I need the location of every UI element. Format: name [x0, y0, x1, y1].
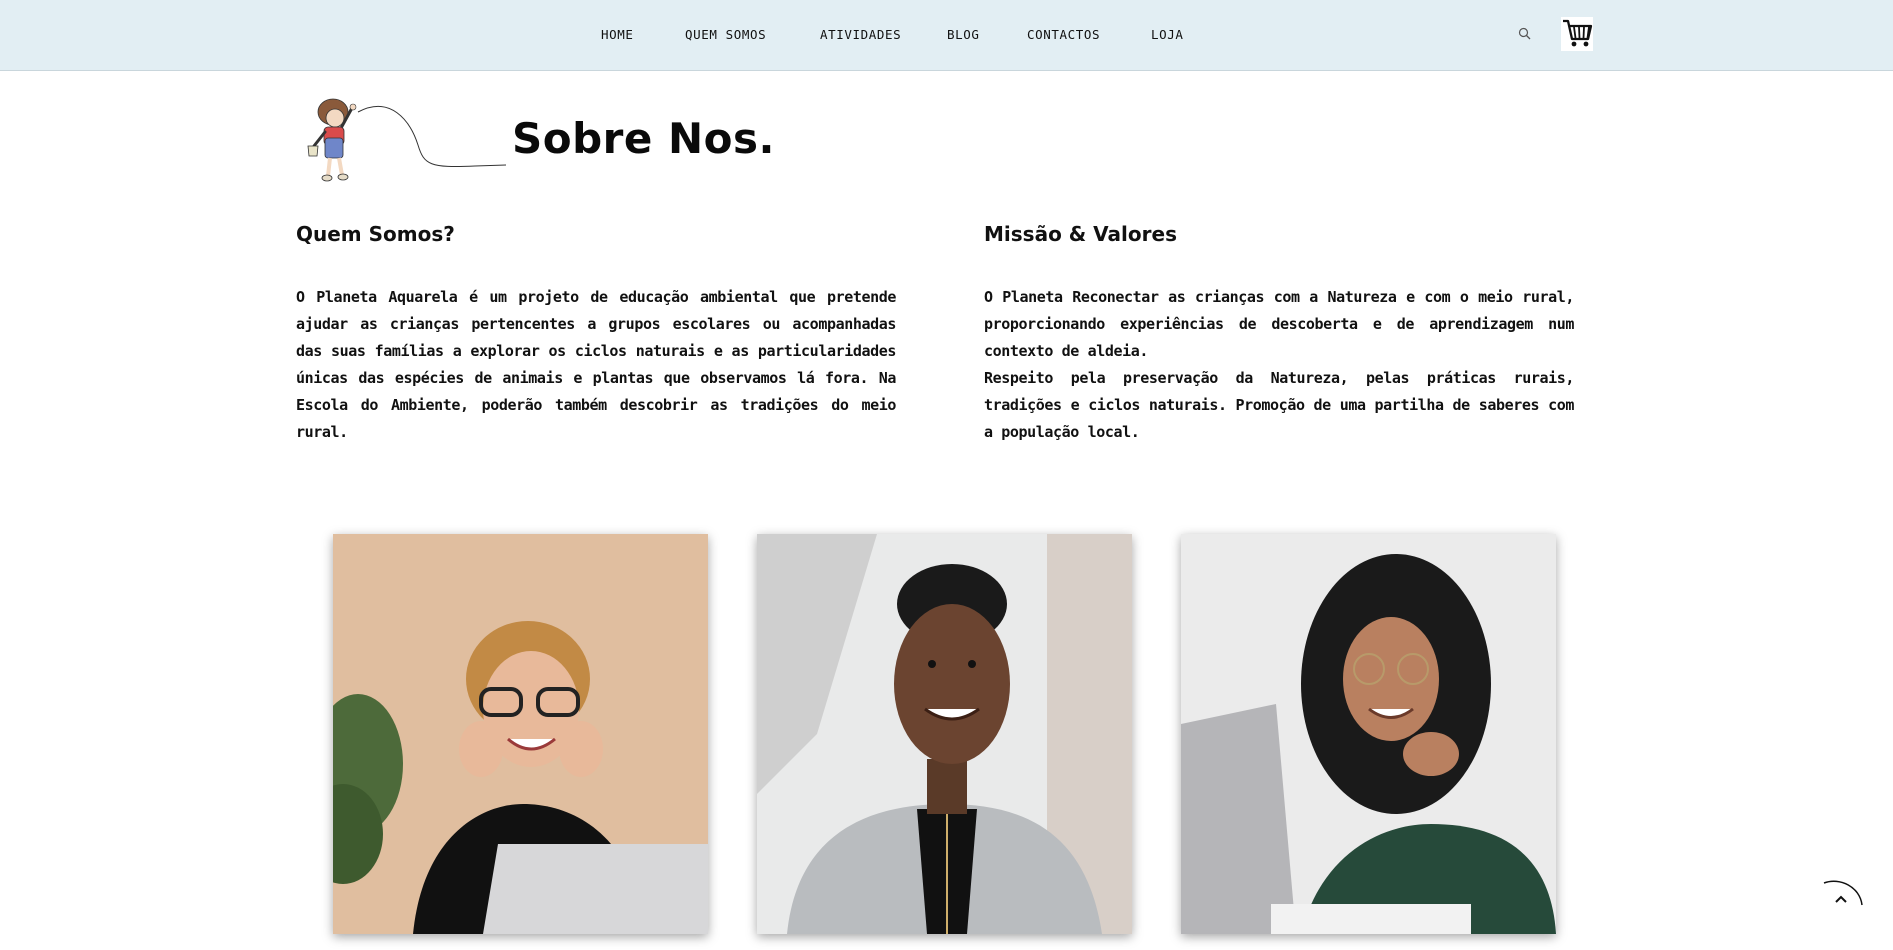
about-body: O Planeta Aquarela é um projeto de educa…: [296, 288, 896, 441]
scroll-to-top-button[interactable]: [1820, 875, 1866, 921]
shopping-cart-icon[interactable]: [1561, 17, 1593, 51]
mission-section: Missão & Valores O Planeta Reconectar as…: [984, 222, 1574, 446]
team-photo-2: [757, 534, 1132, 934]
about-section: Quem Somos? O Planeta Aquarela é um proj…: [296, 222, 896, 446]
team-photo-1: [333, 534, 708, 934]
main-nav: HOME QUEM SOMOS ATIVIDADES BLOG CONTACTO…: [0, 0, 1893, 71]
team-photo-3: [1181, 534, 1556, 934]
nav-quem-somos[interactable]: QUEM SOMOS: [685, 27, 766, 42]
search-icon[interactable]: [1517, 26, 1533, 42]
mission-heading: Missão & Valores: [984, 222, 1177, 246]
child-with-kite-illustration: [300, 90, 510, 190]
chevron-up-icon: [1835, 895, 1847, 903]
nav-loja[interactable]: LOJA: [1151, 27, 1184, 42]
top-navigation-bar: HOME QUEM SOMOS ATIVIDADES BLOG CONTACTO…: [0, 0, 1893, 71]
mission-body-1: O Planeta Reconectar as crianças com a N…: [984, 288, 1574, 360]
about-heading: Quem Somos?: [296, 222, 455, 246]
nav-blog[interactable]: BLOG: [947, 27, 980, 42]
mission-body-2: Respeito pela preservação da Natureza, p…: [984, 369, 1574, 441]
nav-contactos[interactable]: CONTACTOS: [1027, 27, 1100, 42]
page-title: Sobre Nos.: [512, 114, 775, 163]
nav-atividades[interactable]: ATIVIDADES: [820, 27, 901, 42]
nav-home[interactable]: HOME: [601, 27, 634, 42]
